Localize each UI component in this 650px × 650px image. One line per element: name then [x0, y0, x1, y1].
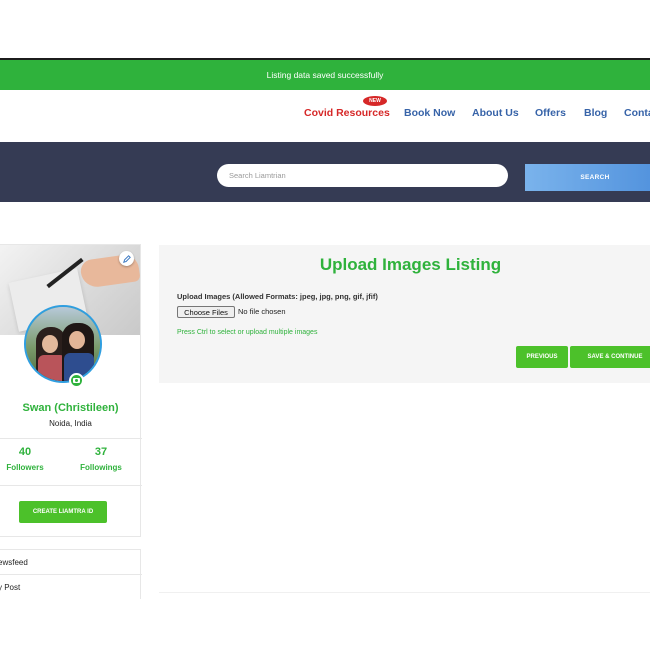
menu-item-newsfeed[interactable]: ewsfeed — [0, 550, 142, 574]
profile-location: Noida, India — [49, 419, 92, 428]
nav-book-now[interactable]: Book Now — [404, 107, 455, 119]
menu-item-label: ewsfeed — [0, 558, 28, 567]
file-status: No file chosen — [238, 307, 286, 316]
followers-count[interactable]: 40 — [0, 446, 55, 458]
menu-item-my-post[interactable]: y Post — [0, 575, 142, 599]
new-badge: NEW — [363, 96, 387, 106]
menu-item-label: y Post — [0, 583, 21, 592]
avatar[interactable] — [24, 305, 102, 383]
success-message: Listing data saved successfully — [266, 70, 384, 80]
save-continue-button[interactable]: SAVE & CONTINUE — [570, 346, 650, 368]
choose-files-button[interactable]: Choose Files — [177, 306, 235, 318]
followers-label[interactable]: Followers — [0, 463, 55, 472]
upload-panel: Upload Images Listing Upload Images (All… — [159, 245, 650, 383]
search-button[interactable]: SEARCH — [525, 164, 650, 191]
profile-card: Swan (Christileen) Noida, India 40 Follo… — [0, 244, 142, 537]
nav-covid-resources[interactable]: Covid Resources — [304, 107, 390, 119]
page-title: Upload Images Listing — [319, 255, 502, 274]
search-band: SEARCH — [0, 142, 650, 202]
nav-contact[interactable]: Conta — [624, 107, 650, 119]
top-nav: Covid Resources Book Now About Us Offers… — [0, 90, 650, 142]
divider — [0, 438, 142, 439]
previous-button[interactable]: PREVIOUS — [516, 346, 568, 368]
pencil-edit-icon[interactable] — [119, 251, 134, 266]
nav-about-us[interactable]: About Us — [472, 107, 519, 119]
nav-blog[interactable]: Blog — [584, 107, 607, 119]
upload-hint: Press Ctrl to select or upload multiple … — [177, 329, 318, 336]
followings-count[interactable]: 37 — [71, 446, 131, 458]
search-input[interactable] — [217, 164, 508, 187]
success-banner: Listing data saved successfully — [0, 58, 650, 90]
divider — [159, 592, 650, 593]
upload-field-label: Upload Images (Allowed Formats: jpeg, jp… — [177, 292, 378, 301]
nav-offers[interactable]: Offers — [535, 107, 566, 119]
create-liamtra-id-button[interactable]: CREATE LIAMTRA ID — [19, 501, 107, 523]
camera-icon[interactable] — [69, 373, 84, 388]
profile-name: Swan (Christileen) — [22, 402, 119, 414]
side-menu: ewsfeed y Post — [0, 549, 142, 599]
page: Listing data saved successfully Covid Re… — [0, 0, 650, 650]
divider — [0, 485, 142, 486]
followings-label[interactable]: Followings — [71, 463, 131, 472]
